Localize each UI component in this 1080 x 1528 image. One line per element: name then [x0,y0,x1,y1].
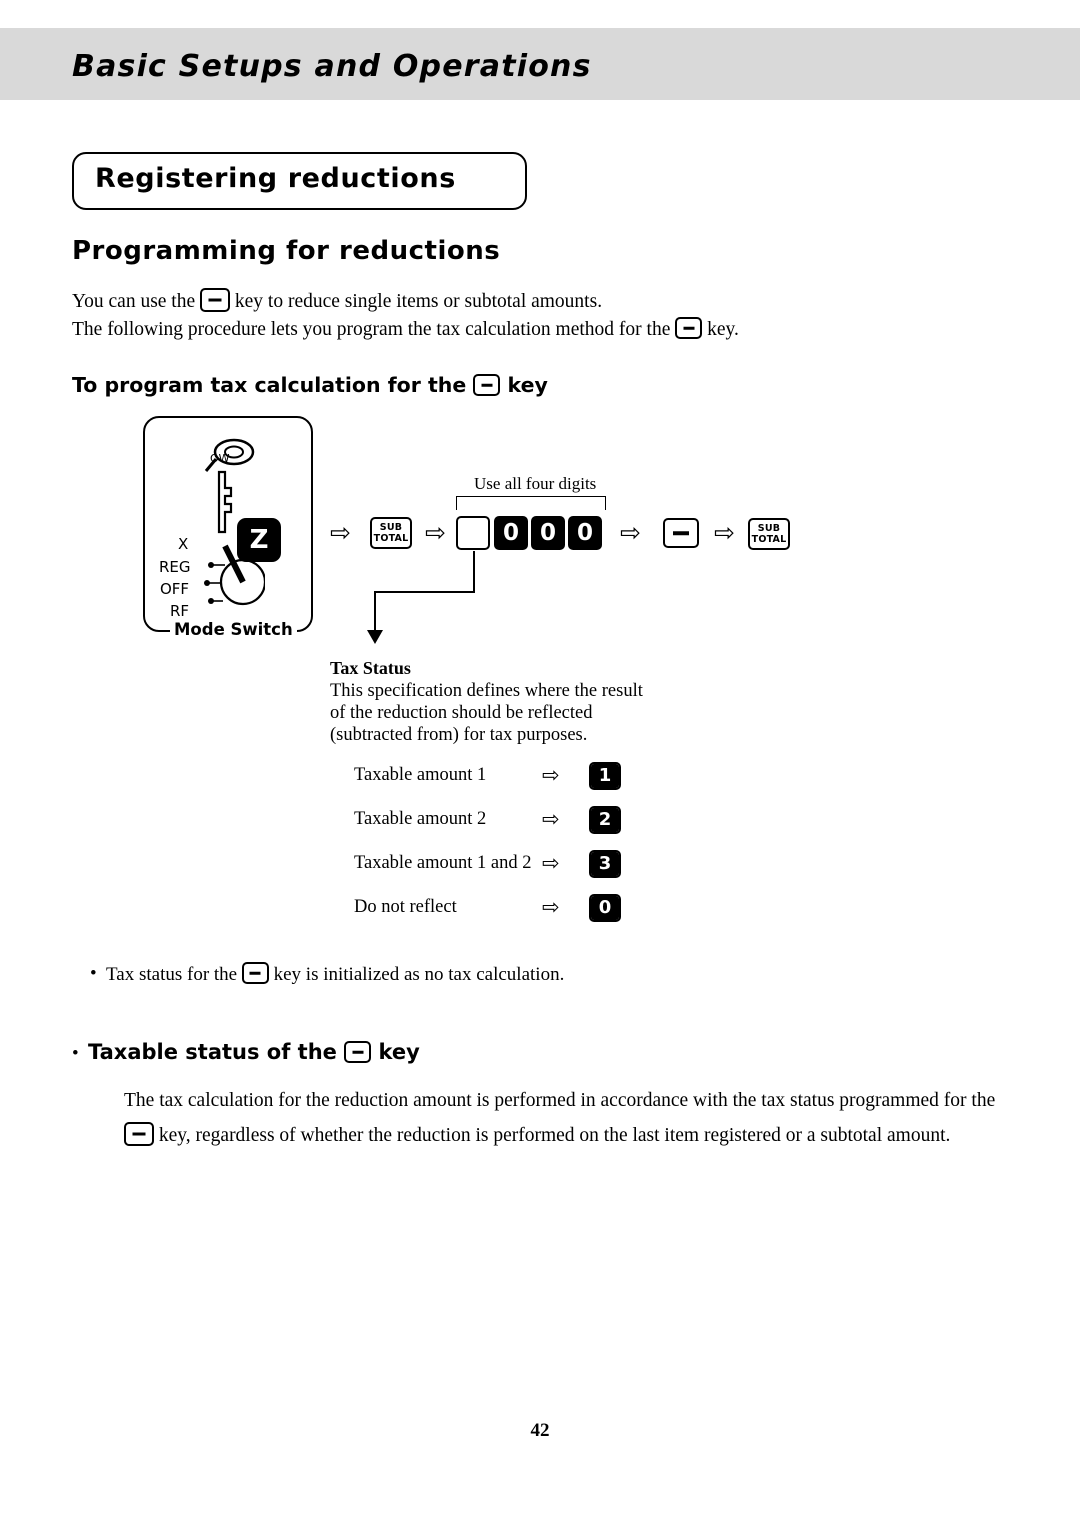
mode-label-ow: OW [210,452,230,465]
tax-row-arrow-icon: ⇨ [542,807,560,831]
tax-status-note-before: Tax status for the [106,964,238,985]
subtotal-key-1-total: TOTAL [373,532,409,544]
flow-arrow-icon: ⇨ [620,520,641,547]
intro-paragraph-1-before: You can use the [72,291,196,312]
tax-row-label-3: Taxable amount 1 and 2 [354,853,532,873]
tax-row-arrow-icon: ⇨ [542,851,560,875]
taxable-status-body-line-1: The tax calculation for the reduction am… [124,1090,996,1111]
page-header-title: Basic Setups and Operations [72,49,592,84]
intro-paragraph-2-after: key. [707,319,739,340]
tax-status-note: Tax status for the key is initialized as… [106,962,564,986]
tax-row-key-4: 0 [589,894,621,922]
mode-label-rf: RF [170,602,190,620]
procedure-heading-after: key [507,373,548,397]
minus-key-icon [473,374,501,396]
mode-label-x: X [178,535,189,553]
mode-switch-caption: Mode Switch [170,620,297,639]
taxable-status-subheading: Taxable status of the key [88,1040,420,1064]
bullet-icon: • [90,963,97,984]
flow-arrow-icon: ⇨ [714,520,735,547]
tax-row-key-1-value: 1 [591,764,619,788]
tax-row-arrow-icon: ⇨ [542,763,560,787]
tax-row-key-3-value: 3 [591,852,619,876]
tax-status-note-after: key is initialized as no tax calculation… [273,964,565,985]
subtotal-key-1: SUB TOTAL [370,517,412,549]
tax-status-title: Tax Status [330,658,411,678]
subsection-title: Programming for reductions [72,236,501,266]
minus-key-icon [675,317,703,339]
section-title: Registering reductions [95,163,456,194]
tax-row-key-3: 3 [589,850,621,878]
intro-paragraph-2-before: The following procedure lets you program… [72,319,671,340]
minus-key-icon [663,518,699,548]
tax-row-key-2: 2 [589,806,621,834]
tax-row-arrow-icon: ⇨ [542,895,560,919]
tax-row-label-1: Taxable amount 1 [354,765,487,785]
subtotal-key-2: SUB TOTAL [748,518,790,550]
taxable-status-subheading-after: key [378,1040,420,1064]
tax-row-key-4-value: 0 [591,896,619,920]
tax-row-label-4: Do not reflect [354,897,457,917]
taxable-status-body-line-2-text: key, regardless of whether the reduction… [158,1125,951,1146]
use-all-four-digits-label: Use all four digits [474,474,597,493]
leader-line-segment [374,591,475,593]
taxable-status-subheading-before: Taxable status of the [88,1040,337,1064]
bullet-icon: • [72,1043,79,1064]
minus-key-icon [200,288,231,312]
minus-key-icon [344,1041,372,1063]
flow-arrow-icon: ⇨ [330,520,351,547]
minus-key-icon [241,962,269,984]
digit-entry-group: 0 0 0 [456,516,602,550]
flow-arrow-icon: ⇨ [425,520,446,547]
intro-paragraph-1-after: key to reduce single items or subtotal a… [234,291,603,312]
minus-key-icon [124,1122,154,1146]
digit-box-0: 0 [494,516,528,550]
intro-paragraph-1: You can use the key to reduce single ite… [72,288,602,315]
procedure-heading: To program tax calculation for the key [72,373,548,397]
procedure-heading-before: To program tax calculation for the [72,373,467,397]
mode-label-off: OFF [160,580,190,598]
tax-row-key-1: 1 [589,762,621,790]
subtotal-key-1-sub: SUB [379,522,403,533]
mode-label-reg: REG [159,558,191,576]
tax-status-description: This specification defines where the res… [330,681,643,745]
mode-knob-z: Z [237,518,281,562]
tax-row-label-2: Taxable amount 2 [354,809,487,829]
digit-blank-box [456,516,490,550]
subtotal-key-2-total: TOTAL [751,533,787,545]
leader-line-segment [473,551,475,593]
taxable-status-body-line-2: key, regardless of whether the reduction… [124,1122,950,1147]
tax-row-key-2-value: 2 [591,808,619,832]
leader-line-segment [374,591,376,632]
page-number: 42 [530,1420,550,1441]
digits-bracket [456,496,606,510]
leader-line-arrowhead [367,630,383,644]
intro-paragraph-2: The following procedure lets you program… [72,317,739,343]
digit-box-2: 0 [568,516,602,550]
subtotal-key-2-sub: SUB [757,523,781,534]
digit-box-1: 0 [531,516,565,550]
